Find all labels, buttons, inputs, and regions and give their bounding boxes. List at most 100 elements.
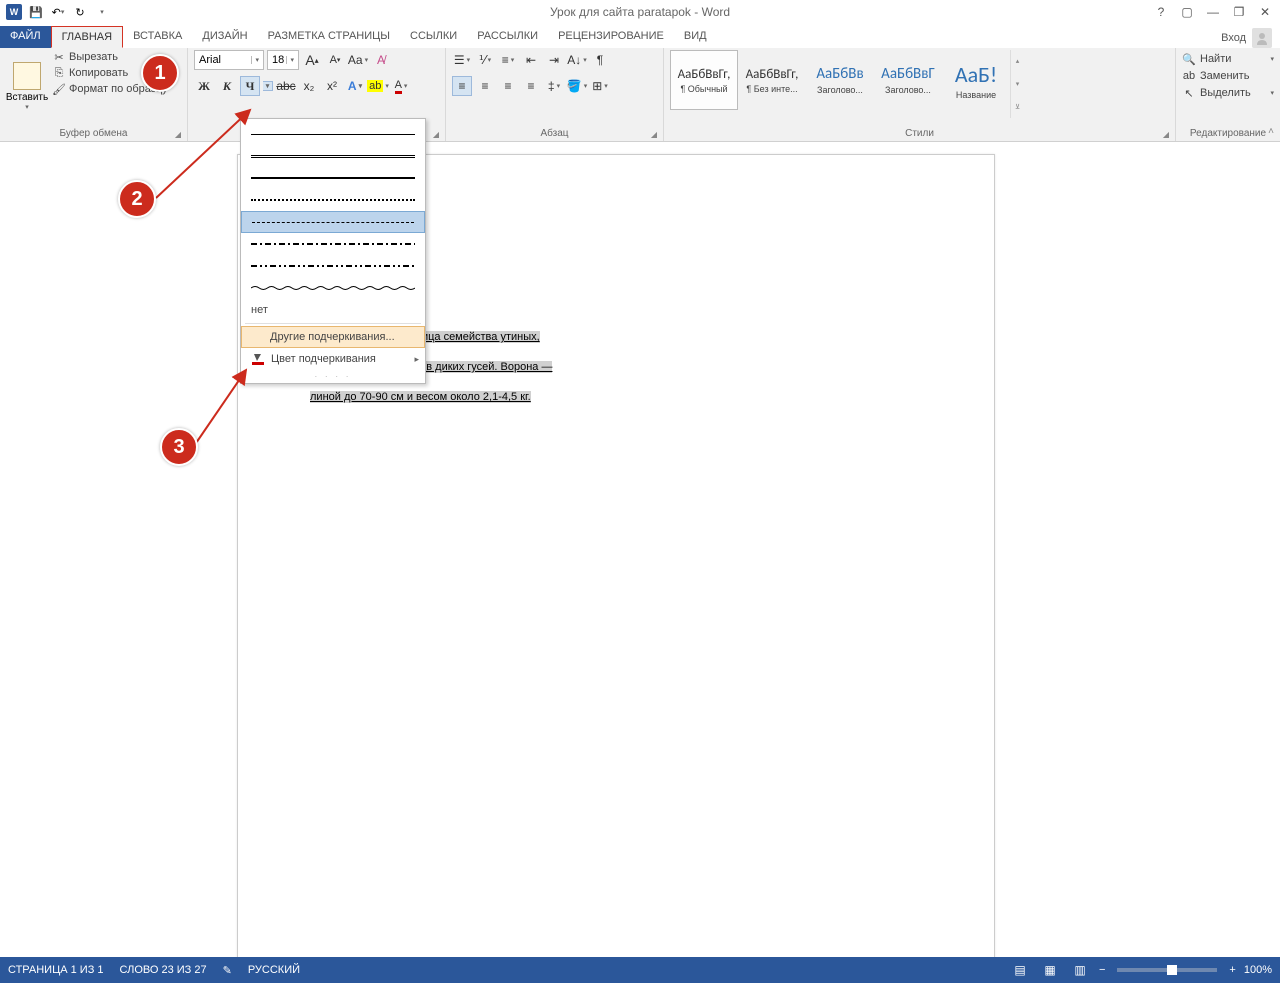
tab-layout[interactable]: РАЗМЕТКА СТРАНИЦЫ xyxy=(258,26,400,48)
view-read-button[interactable]: ▤ xyxy=(1009,961,1031,979)
numbering-button[interactable]: ⅟ xyxy=(475,50,495,70)
styles-gallery[interactable]: АаБбВвГг,¶ Обычный АаБбВвГг,¶ Без инте..… xyxy=(670,50,1169,118)
borders-button[interactable]: ⊞ xyxy=(590,76,610,96)
styles-up[interactable]: ▴ xyxy=(1011,50,1024,73)
style-title[interactable]: АаБ!Название xyxy=(942,50,1010,110)
shrink-font-button[interactable]: A▾ xyxy=(325,50,345,70)
align-center-button[interactable]: ≡ xyxy=(475,76,495,96)
superscript-button[interactable]: x² xyxy=(322,76,342,96)
align-left-button[interactable]: ≡ xyxy=(452,76,472,96)
underline-button[interactable]: Ч xyxy=(240,76,260,96)
font-name-combo[interactable]: Arial▾ xyxy=(194,50,264,70)
status-page[interactable]: СТРАНИЦА 1 ИЗ 1 xyxy=(8,964,104,976)
zoom-level[interactable]: 100% xyxy=(1244,964,1272,976)
decrease-indent-button[interactable]: ⇤ xyxy=(521,50,541,70)
tab-view[interactable]: ВИД xyxy=(674,26,717,48)
shading-button[interactable]: 🪣 xyxy=(567,76,587,96)
tab-references[interactable]: ССЫЛКИ xyxy=(400,26,467,48)
underline-dashdotdot[interactable] xyxy=(241,255,425,277)
multilevel-button[interactable]: ≡ xyxy=(498,50,518,70)
paragraph-dialog-launcher[interactable]: ◢ xyxy=(651,130,657,139)
close-button[interactable]: ✕ xyxy=(1254,2,1276,22)
zoom-in-button[interactable]: + xyxy=(1229,964,1235,976)
app-icon[interactable]: W xyxy=(4,2,24,22)
change-case-button[interactable]: Aa xyxy=(348,50,368,70)
tab-insert[interactable]: ВСТАВКА xyxy=(123,26,192,48)
font-color-button[interactable]: A xyxy=(391,76,411,96)
window-title: Урок для сайта paratapok - Word xyxy=(550,5,730,19)
style-no-spacing[interactable]: АаБбВвГг,¶ Без инте... xyxy=(738,50,806,110)
help-button[interactable]: ? xyxy=(1150,2,1172,22)
clipboard-dialog-launcher[interactable]: ◢ xyxy=(175,130,181,139)
sign-in[interactable]: Вход xyxy=(1221,28,1272,48)
font-dialog-launcher[interactable]: ◢ xyxy=(433,130,439,139)
line-spacing-button[interactable]: ‡ xyxy=(544,76,564,96)
tab-design[interactable]: ДИЗАЙН xyxy=(192,26,257,48)
tab-review[interactable]: РЕЦЕНЗИРОВАНИЕ xyxy=(548,26,674,48)
styles-dialog-launcher[interactable]: ◢ xyxy=(1163,130,1169,139)
style-heading1[interactable]: АаБбВвЗаголово... xyxy=(806,50,874,110)
underline-dashed[interactable] xyxy=(241,211,425,233)
find-icon: 🔍 xyxy=(1182,52,1196,66)
redo-button[interactable]: ↻ xyxy=(70,2,90,22)
underline-color[interactable]: Цвет подчеркивания▸ xyxy=(241,348,425,370)
underline-wavy[interactable] xyxy=(241,277,425,299)
replace-button[interactable]: abЗаменить xyxy=(1182,69,1274,83)
underline-dropdown-arrow[interactable]: ▾ xyxy=(263,81,273,91)
clear-formatting-button[interactable]: A̸ xyxy=(371,50,391,70)
show-marks-button[interactable]: ¶ xyxy=(590,50,610,70)
style-normal[interactable]: АаБбВвГг,¶ Обычный xyxy=(670,50,738,110)
tab-file[interactable]: ФАЙЛ xyxy=(0,26,51,48)
styles-more[interactable]: ⊻ xyxy=(1011,95,1024,118)
tab-home[interactable]: ГЛАВНАЯ xyxy=(51,26,123,48)
zoom-slider[interactable] xyxy=(1117,968,1217,972)
collapse-ribbon-button[interactable]: ˄ xyxy=(1268,126,1274,137)
save-button[interactable]: 💾 xyxy=(26,2,46,22)
subscript-button[interactable]: x₂ xyxy=(299,76,319,96)
replace-icon: ab xyxy=(1182,69,1196,83)
group-label-editing: Редактирование xyxy=(1190,128,1266,139)
minimize-button[interactable]: — xyxy=(1202,2,1224,22)
underline-menu: нет Другие подчеркивания... Цвет подчерк… xyxy=(240,118,426,384)
status-proofing-icon[interactable]: ✎ xyxy=(223,964,232,977)
select-icon: ↖ xyxy=(1182,86,1196,100)
status-language[interactable]: РУССКИЙ xyxy=(248,964,300,976)
strikethrough-button[interactable]: abc xyxy=(276,76,296,96)
justify-button[interactable]: ≡ xyxy=(521,76,541,96)
undo-button[interactable]: ↶▾ xyxy=(48,2,68,22)
bullets-button[interactable]: ☰ xyxy=(452,50,472,70)
increase-indent-button[interactable]: ⇥ xyxy=(544,50,564,70)
view-print-button[interactable]: ▦ xyxy=(1039,961,1061,979)
find-button[interactable]: 🔍Найти▾ xyxy=(1182,52,1274,66)
maximize-button[interactable]: ❐ xyxy=(1228,2,1250,22)
zoom-out-button[interactable]: − xyxy=(1099,964,1105,976)
grow-font-button[interactable]: A▴ xyxy=(302,50,322,70)
style-heading2[interactable]: АаБбВвГЗаголово... xyxy=(874,50,942,110)
scissors-icon: ✂ xyxy=(52,50,66,64)
underline-dotted[interactable] xyxy=(241,189,425,211)
underline-single[interactable] xyxy=(241,123,425,145)
view-web-button[interactable]: ▥ xyxy=(1069,961,1091,979)
status-words[interactable]: СЛОВО 23 ИЗ 27 xyxy=(120,964,207,976)
ribbon-display-button[interactable]: ▢ xyxy=(1176,2,1198,22)
tab-mailings[interactable]: РАССЫЛКИ xyxy=(467,26,548,48)
highlight-button[interactable]: ab xyxy=(368,76,388,96)
bold-button[interactable]: Ж xyxy=(194,76,214,96)
qat-customize[interactable]: ▾ xyxy=(92,2,112,22)
callout-3: 3 xyxy=(160,428,198,466)
styles-down[interactable]: ▾ xyxy=(1011,73,1024,96)
font-size-combo[interactable]: 18▾ xyxy=(267,50,299,70)
underline-dashdot[interactable] xyxy=(241,233,425,255)
paste-button[interactable]: Вставить ▾ xyxy=(6,50,48,122)
menu-separator xyxy=(245,323,421,324)
underline-thick[interactable] xyxy=(241,167,425,189)
underline-none[interactable]: нет xyxy=(241,299,425,321)
callout-1: 1 xyxy=(141,54,179,92)
sort-button[interactable]: A↓ xyxy=(567,50,587,70)
select-button[interactable]: ↖Выделить▾ xyxy=(1182,86,1274,100)
underline-other[interactable]: Другие подчеркивания... xyxy=(241,326,425,348)
underline-double[interactable] xyxy=(241,145,425,167)
align-right-button[interactable]: ≡ xyxy=(498,76,518,96)
text-effects-button[interactable]: A xyxy=(345,76,365,96)
italic-button[interactable]: К xyxy=(217,76,237,96)
